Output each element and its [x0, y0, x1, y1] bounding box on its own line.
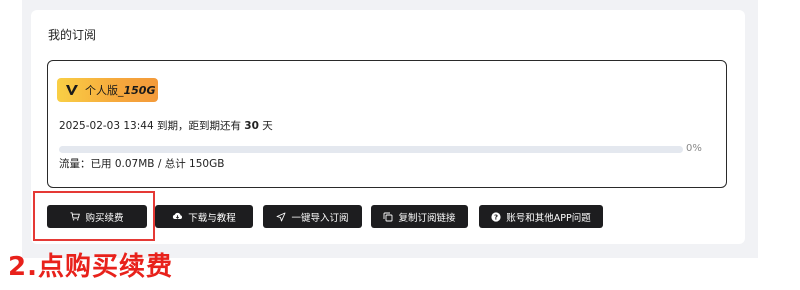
copy-link-label: 复制订阅链接: [398, 212, 456, 224]
traffic-usage: 流量：已用 0.07MB / 总计 150GB: [59, 158, 225, 170]
one-click-import-label: 一键导入订阅: [291, 212, 349, 224]
annotation-text: 2.点购买续费: [8, 252, 173, 282]
plan-badge: 个人版_150G: [57, 78, 158, 102]
one-click-import-button[interactable]: 一键导入订阅: [263, 205, 362, 228]
plan-size: 150G: [123, 84, 156, 97]
plan-name: 个人版_150G: [85, 82, 156, 98]
question-icon: ?: [491, 211, 501, 222]
copy-link-button[interactable]: 复制订阅链接: [371, 205, 468, 228]
cloud-download-icon: [172, 212, 183, 221]
expiry-prefix: 2025-02-03 13:44 到期，距到期还有: [59, 120, 245, 132]
svg-text:?: ?: [494, 213, 498, 221]
download-tutorial-button[interactable]: 下载与教程: [155, 205, 253, 228]
plan-prefix: 个人版_: [85, 84, 124, 97]
annotation-highlight-box: [33, 191, 155, 241]
expiry-text: 2025-02-03 13:44 到期，距到期还有 30 天: [59, 118, 273, 133]
expiry-suffix: 天: [258, 120, 273, 132]
progress-percent: 0%: [686, 143, 702, 154]
traffic-progress-bar: [59, 146, 683, 153]
expiry-days: 30: [244, 120, 259, 132]
download-tutorial-label: 下载与教程: [188, 212, 236, 224]
account-help-button[interactable]: ? 账号和其他APP问题: [479, 205, 603, 228]
account-help-label: 账号和其他APP问题: [506, 212, 591, 224]
vip-icon: [65, 84, 79, 96]
send-icon: [276, 212, 286, 222]
copy-icon: [383, 212, 393, 222]
card-title: 我的订阅: [48, 28, 97, 42]
